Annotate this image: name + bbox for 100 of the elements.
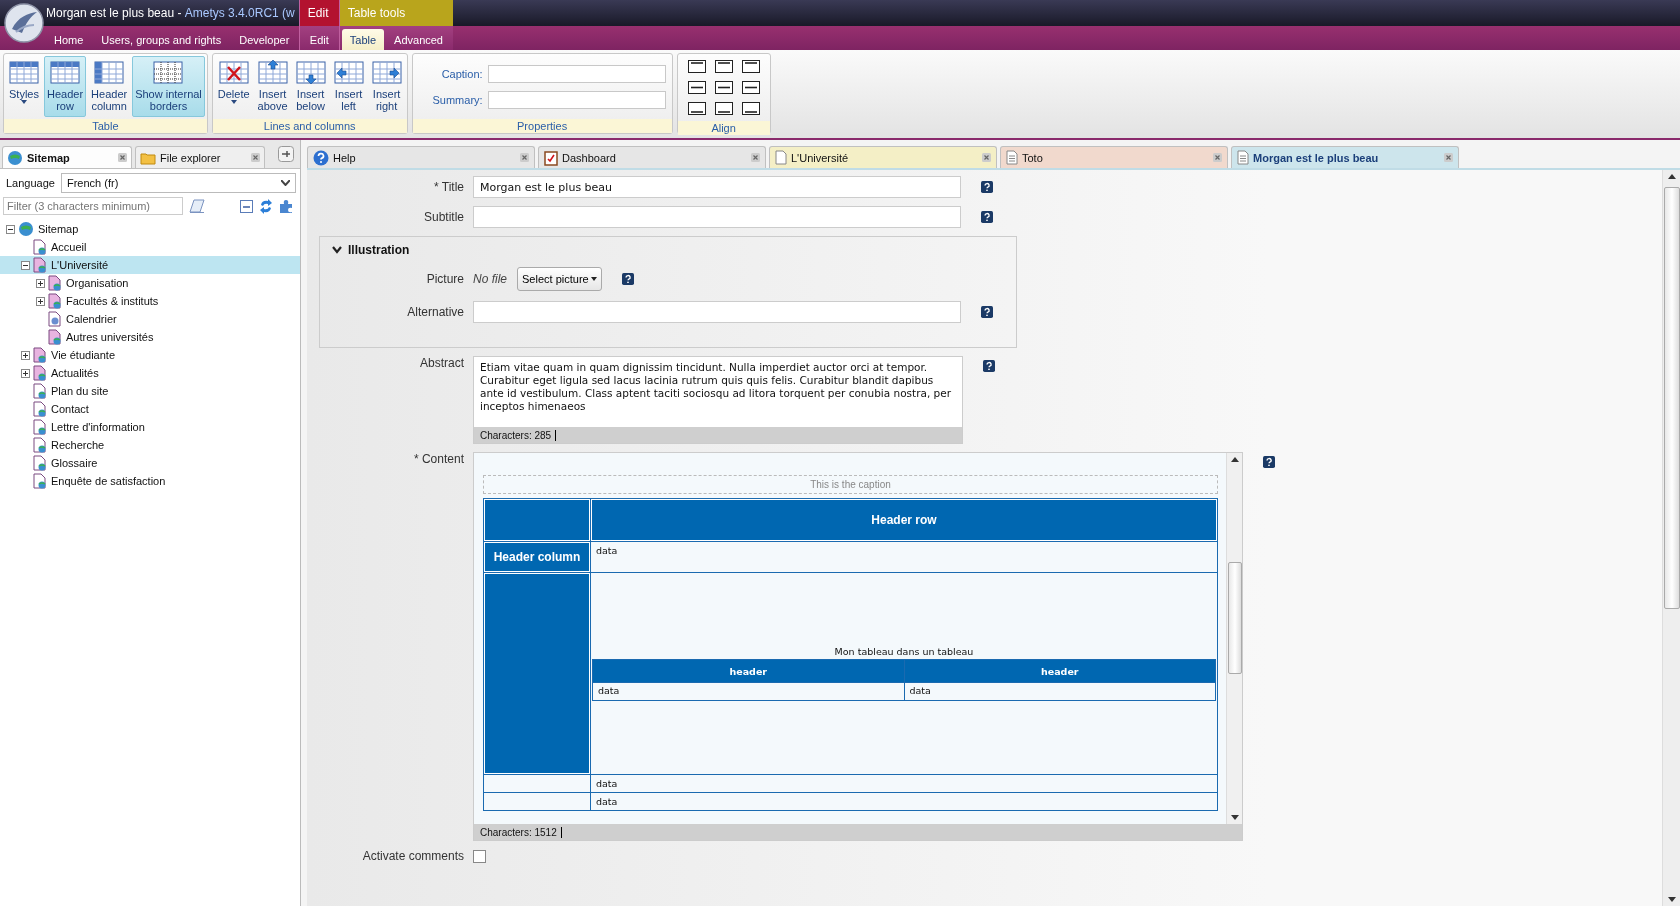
- tree-item[interactable]: Autres universités: [0, 328, 300, 346]
- subtitle-field[interactable]: [473, 206, 961, 228]
- align-icon[interactable]: [714, 60, 733, 73]
- abstract-field[interactable]: Etiam vitae quam in quam dignissim tincidunt. Nulla imperdiet auctor orci at tempor. Curabitur eget ligula sed lacus lacinia rutrum quis quis felis. Curabitur blandit dapibus ante id vestibulum. Class aptent taciti sociosqu ad litora torquent per conubia nostra, per inceptos himenaeos: [474, 357, 962, 427]
- help-icon: [313, 149, 329, 166]
- tree-item[interactable]: Enquête de satisfaction: [0, 472, 300, 490]
- tree-item[interactable]: Vie étudiante: [0, 346, 300, 364]
- eraser-icon[interactable]: [189, 199, 205, 213]
- title-field[interactable]: Morgan est le plus beau: [473, 176, 961, 198]
- puzzle-icon[interactable]: [279, 198, 294, 214]
- file-status: No file: [473, 272, 507, 286]
- align-icon[interactable]: [741, 60, 760, 73]
- page-icon: [33, 437, 47, 453]
- scroll-up-icon[interactable]: [1230, 457, 1239, 462]
- align-icon[interactable]: [687, 102, 706, 115]
- ribbon-button[interactable]: Show internal borders: [132, 56, 205, 117]
- ribbon-button[interactable]: Insert right: [368, 56, 405, 117]
- scroll-down-icon[interactable]: [1667, 897, 1676, 902]
- ribbon-button[interactable]: Styles: [6, 56, 42, 117]
- tree-item[interactable]: Glossaire: [0, 454, 300, 472]
- align-icon[interactable]: [741, 81, 760, 94]
- tree-item[interactable]: Lettre d'information: [0, 418, 300, 436]
- align-icon[interactable]: [741, 102, 760, 115]
- caret-icon: [21, 100, 27, 104]
- help-icon[interactable]: [981, 181, 993, 193]
- close-icon[interactable]: [1444, 153, 1453, 162]
- language-dropdown[interactable]: French (fr): [60, 173, 296, 193]
- document-tab[interactable]: Morgan est le plus beau: [1231, 146, 1459, 168]
- ribbon-button[interactable]: Insert above: [254, 56, 291, 117]
- ribbon-button[interactable]: Delete: [214, 56, 253, 117]
- refresh-icon[interactable]: [259, 198, 273, 214]
- input-field[interactable]: [487, 64, 666, 83]
- document-tab[interactable]: Toto: [1000, 146, 1228, 168]
- collapse-icon[interactable]: [240, 199, 253, 213]
- page-icon: [775, 150, 787, 165]
- table-icon: [371, 59, 402, 85]
- close-icon[interactable]: [1213, 153, 1222, 162]
- page-icon: [33, 257, 47, 273]
- fieldset-toggle[interactable]: Illustration: [320, 243, 1016, 257]
- tree-item[interactable]: Sitemap: [0, 220, 300, 238]
- help-icon[interactable]: [981, 306, 993, 318]
- help-icon[interactable]: [621, 273, 634, 285]
- checkbox[interactable]: [473, 849, 486, 863]
- close-icon[interactable]: [751, 153, 760, 162]
- tree-item[interactable]: Facultés & instituts: [0, 292, 300, 310]
- ribbon-tab[interactable]: Advanced: [386, 29, 451, 50]
- help-icon[interactable]: [981, 211, 993, 223]
- document-tab[interactable]: Help: [307, 146, 535, 168]
- expander-icon[interactable]: [36, 296, 45, 306]
- table-cell: data: [593, 683, 904, 700]
- ribbon-button[interactable]: Insert below: [292, 56, 329, 117]
- alternative-field[interactable]: [473, 301, 961, 323]
- ribbon-button[interactable]: Insert left: [330, 56, 367, 117]
- align-icon[interactable]: [714, 81, 733, 94]
- app-title: Ametys 3.4.0RC1 (w: [184, 6, 295, 20]
- expander-icon[interactable]: [6, 224, 15, 234]
- ribbon-tab[interactable]: Home: [46, 29, 92, 50]
- align-icon[interactable]: [687, 81, 706, 94]
- folder-icon: [140, 150, 156, 165]
- pin-icon[interactable]: [278, 146, 294, 162]
- ribbon-button[interactable]: Header column: [88, 56, 131, 117]
- page-icon: [33, 383, 47, 399]
- tree-item[interactable]: Calendrier: [0, 310, 300, 328]
- document-tab[interactable]: Dashboard: [538, 146, 766, 168]
- tree-item[interactable]: Organisation: [0, 274, 300, 292]
- panel-tab[interactable]: File explorer: [135, 146, 265, 168]
- tree-item[interactable]: Recherche: [0, 436, 300, 454]
- filter-field[interactable]: Filter (3 characters minimum): [3, 197, 183, 215]
- align-icon[interactable]: [714, 102, 733, 115]
- table-caption: This is the caption: [483, 475, 1218, 494]
- ribbon-tab[interactable]: Users, groups and rights: [93, 29, 230, 50]
- scroll-up-icon[interactable]: [1667, 174, 1676, 179]
- tree-item[interactable]: Accueil: [0, 238, 300, 256]
- expander-icon[interactable]: [36, 278, 45, 288]
- tree-item[interactable]: Plan du site: [0, 382, 300, 400]
- tree-item[interactable]: Contact: [0, 400, 300, 418]
- expander-icon[interactable]: [21, 260, 30, 270]
- panel-tab[interactable]: Sitemap: [2, 146, 132, 168]
- close-icon[interactable]: [982, 153, 991, 162]
- ribbon-tab[interactable]: Table: [341, 29, 385, 50]
- close-icon[interactable]: [118, 153, 127, 162]
- close-icon[interactable]: [251, 153, 260, 162]
- help-icon[interactable]: [983, 360, 995, 372]
- align-icon[interactable]: [687, 60, 706, 73]
- document-tab[interactable]: L'Université: [769, 146, 997, 168]
- input-field[interactable]: [487, 90, 666, 109]
- ribbon-button[interactable]: Header row: [44, 56, 87, 117]
- ribbon-tab[interactable]: Developer: [231, 29, 298, 50]
- scrollbar[interactable]: [1662, 170, 1680, 906]
- expander-icon[interactable]: [21, 368, 30, 378]
- select-picture-button[interactable]: Select picture: [517, 267, 602, 291]
- scroll-down-icon[interactable]: [1230, 815, 1239, 820]
- tree-item[interactable]: Actualités: [0, 364, 300, 382]
- tree-item[interactable]: L'Université: [0, 256, 300, 274]
- page-icon: [33, 455, 47, 471]
- field-label: * Content: [412, 452, 464, 466]
- scrollbar[interactable]: [1226, 453, 1242, 824]
- close-icon[interactable]: [520, 153, 529, 162]
- help-icon[interactable]: [1263, 456, 1275, 468]
- expander-icon[interactable]: [21, 350, 30, 360]
